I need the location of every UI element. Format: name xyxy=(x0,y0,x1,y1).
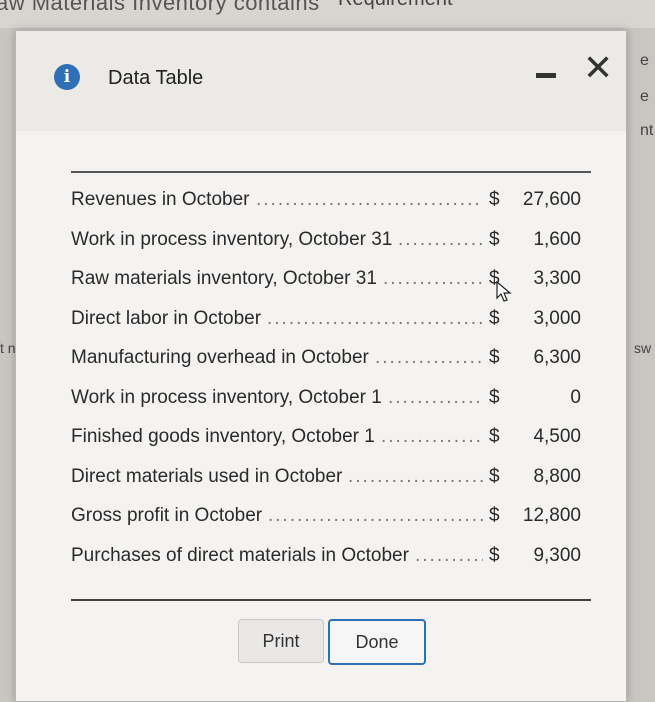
table-row: Finished goods inventory, October 1.....… xyxy=(71,418,591,454)
row-amount: 3,300 xyxy=(533,268,581,289)
table-row: Direct labor in October.................… xyxy=(71,300,591,336)
row-label: Work in process inventory, October 31 xyxy=(71,228,393,250)
currency-symbol: $ xyxy=(489,189,500,210)
currency-symbol: $ xyxy=(489,386,500,408)
row-amount: 8,800 xyxy=(533,465,581,487)
table-bottom-rule xyxy=(71,599,591,601)
done-button[interactable]: Done xyxy=(328,619,426,665)
background-edge-text: nt xyxy=(640,122,654,139)
row-label: Revenues in October xyxy=(71,189,250,210)
row-label: Manufacturing overhead in October xyxy=(71,347,369,368)
row-amount: 9,300 xyxy=(533,544,581,566)
leader-dots: ........................................… xyxy=(375,347,483,368)
leader-dots: ........................................… xyxy=(415,544,483,566)
currency-symbol: $ xyxy=(489,347,500,368)
table-row: Work in process inventory, October 31...… xyxy=(71,221,591,257)
background-edge-text: sw xyxy=(634,340,652,356)
dialog-titlebar: i Data Table ✕ xyxy=(16,31,626,131)
currency-symbol: $ xyxy=(489,228,500,250)
table-row: Purchases of direct materials in October… xyxy=(71,537,591,573)
table-row: Manufacturing overhead in October.......… xyxy=(71,339,591,375)
currency-symbol: $ xyxy=(489,505,500,526)
row-label: Purchases of direct materials in October xyxy=(71,544,409,566)
table-row: Work in process inventory, October 1....… xyxy=(71,379,591,415)
print-button[interactable]: Print xyxy=(238,619,324,663)
minimize-icon[interactable] xyxy=(536,73,556,78)
data-table-dialog: i Data Table ✕ Revenues in October......… xyxy=(15,30,627,702)
leader-dots: ........................................… xyxy=(267,307,483,329)
row-amount: 12,800 xyxy=(522,505,581,526)
currency-symbol: $ xyxy=(489,307,500,329)
background-requirement-text: Requirement xyxy=(338,0,453,11)
currency-symbol: $ xyxy=(489,465,500,487)
row-label: Finished goods inventory, October 1 xyxy=(71,426,375,447)
currency-symbol: $ xyxy=(489,426,500,447)
leader-dots: ........................................… xyxy=(388,386,483,408)
currency-symbol: $ xyxy=(489,544,500,566)
leader-dots: ........................................… xyxy=(268,505,483,526)
row-amount: 6,300 xyxy=(533,347,581,368)
row-label: Gross profit in October xyxy=(71,505,263,526)
row-label: Direct labor in October xyxy=(71,307,262,329)
row-label: Direct materials used in October xyxy=(71,465,343,487)
background-edge-text: e xyxy=(640,88,649,105)
row-label: Raw materials inventory, October 31 xyxy=(71,268,377,289)
table-row: Direct materials used in October........… xyxy=(71,458,591,494)
mouse-cursor-icon xyxy=(496,281,512,302)
row-label: Work in process inventory, October 1 xyxy=(71,386,382,408)
row-amount: 0 xyxy=(570,386,581,408)
table-row: Revenues in October.....................… xyxy=(71,181,591,217)
leader-dots: ........................................… xyxy=(398,228,483,250)
background-edge-text: e xyxy=(640,52,649,69)
leader-dots: ........................................… xyxy=(383,268,483,289)
dialog-title: Data Table xyxy=(108,67,204,89)
leader-dots: ........................................… xyxy=(256,189,483,210)
row-amount: 1,600 xyxy=(533,228,581,250)
leader-dots: ........................................… xyxy=(381,426,483,447)
row-amount: 3,000 xyxy=(533,307,581,329)
leader-dots: ........................................… xyxy=(348,465,483,487)
row-amount: 4,500 xyxy=(533,426,581,447)
table-top-rule xyxy=(71,171,591,173)
info-icon: i xyxy=(54,64,80,90)
close-icon[interactable]: ✕ xyxy=(583,51,613,87)
background-text: aw Materials Inventory contains xyxy=(0,0,320,15)
table-row: Gross profit in October.................… xyxy=(71,497,591,533)
row-amount: 27,600 xyxy=(522,189,581,210)
